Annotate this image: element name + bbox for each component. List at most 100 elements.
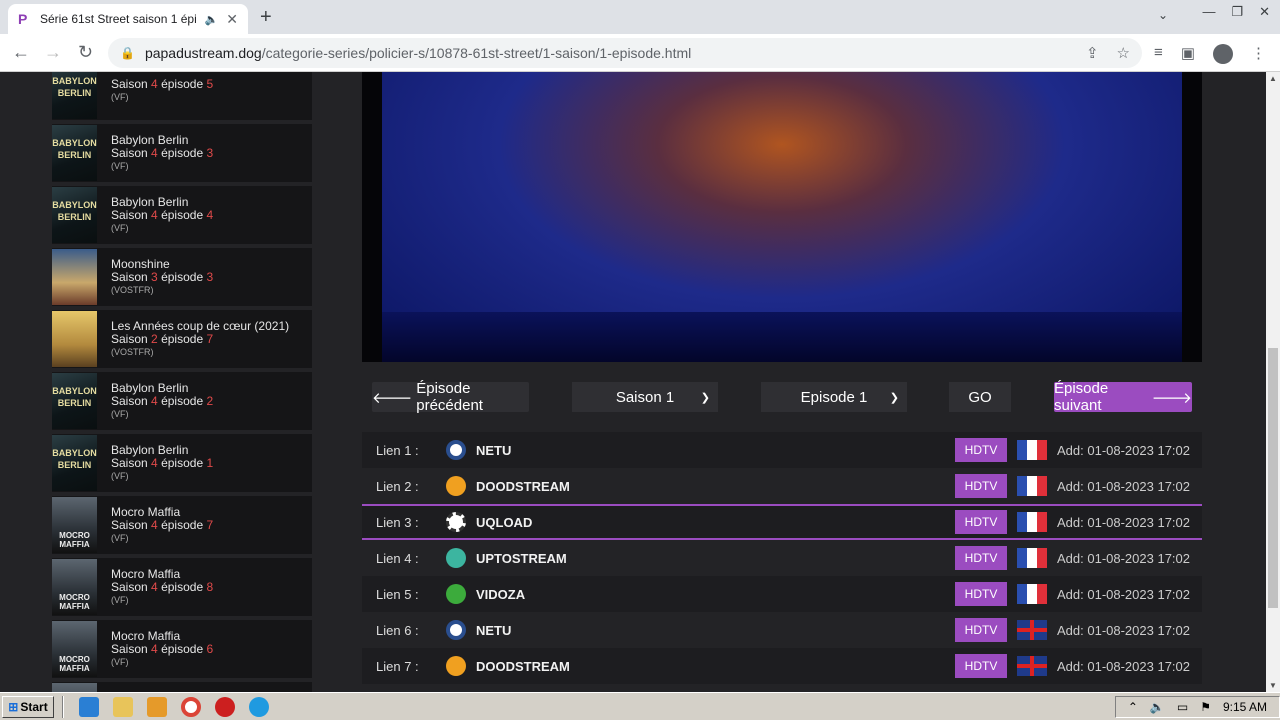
french-flag-icon [1017,440,1047,460]
series-poster[interactable] [52,249,97,305]
new-tab-button[interactable]: + [260,6,272,29]
series-poster[interactable]: MOCRO MAFFIA [52,621,97,677]
scroll-down-arrow-icon[interactable]: ▼ [1269,681,1277,690]
tray-expand-icon[interactable]: ⌃ [1128,700,1138,714]
episode-info: Mocro Maffia Saison 4 épisode 7 (VF) [111,505,213,545]
reload-icon[interactable]: ↻ [78,42,93,63]
series-poster[interactable] [52,683,97,692]
tab-search-chevron-icon[interactable]: ⌄ [1158,8,1168,22]
video-frame[interactable] [382,72,1182,362]
stream-link-row[interactable]: Lien 3 : UQLOAD HDTV Add: 01-08-2023 17:… [362,504,1202,540]
sidebar-episode-item[interactable]: MOCRO MAFFIA Mocro Maffia Saison 4 épiso… [52,496,312,554]
sidebar-episode-item[interactable]: MOCRO MAFFIA Mocro Maffia Saison 4 épiso… [52,558,312,616]
host-name[interactable]: UPTOSTREAM [476,551,567,566]
scroll-up-arrow-icon[interactable]: ▲ [1269,74,1277,83]
link-label: Lien 7 : [376,658,419,674]
sidebar-episode-item[interactable]: BABYLON BERLIN Babylon Berlin Saison 4 é… [52,186,312,244]
stream-link-row[interactable]: Lien 7 : DOODSTREAM HDTV Add: 01-08-2023… [362,648,1202,684]
host-logo-icon [446,584,466,604]
previous-episode-button[interactable]: 🡐 Épisode précédent [372,380,529,414]
volume-icon[interactable]: 🔈 [1150,700,1165,714]
profile-avatar[interactable] [1213,44,1233,64]
share-icon[interactable]: ⇪ [1086,44,1099,62]
sidebar-episode-item[interactable]: Mocro Maffia [52,682,312,692]
media-control-icon[interactable]: ≡ [1154,44,1163,64]
close-tab-icon[interactable]: ✕ [226,11,238,28]
side-panel-icon[interactable]: ▣ [1181,44,1195,64]
site-favicon-icon: P [18,11,28,27]
host-name[interactable]: DOODSTREAM [476,479,570,494]
season-number: 4 [151,641,158,656]
page-scrollbar[interactable]: ▲ ▼ [1266,72,1280,692]
series-poster[interactable]: BABYLON BERLIN [52,72,97,119]
edge-icon[interactable] [249,696,269,717]
episode-label: épisode [161,455,204,470]
back-arrow-icon[interactable]: ← [12,42,30,63]
host-name[interactable]: UQLOAD [476,515,532,530]
minimize-button[interactable]: — [1202,4,1215,20]
opera-icon[interactable] [215,696,235,717]
host-name[interactable]: DOODSTREAM [476,659,570,674]
host-name[interactable]: NETU [476,443,511,458]
lock-icon[interactable]: 🔒 [120,46,135,60]
series-poster[interactable]: BABYLON BERLIN [52,435,97,491]
go-button[interactable]: GO [949,382,1011,412]
flag-icon[interactable]: ⚑ [1200,700,1211,714]
stream-link-row[interactable]: Lien 2 : DOODSTREAM HDTV Add: 01-08-2023… [362,468,1202,504]
episode-select[interactable]: Episode 1 ❯ [761,382,907,412]
episode-info: Moonshine Saison 3 épisode 3 (VOSTFR) [111,257,213,297]
episode-navigation: 🡐 Épisode précédent Saison 1 ❯ Episode 1… [362,362,1202,432]
file-explorer-icon[interactable] [113,696,133,717]
sidebar-episode-item[interactable]: BABYLON BERLIN Babylon Berlin Saison 4 é… [52,124,312,182]
season-episode-line: Saison 3 épisode 3 [111,269,213,284]
series-poster[interactable]: BABYLON BERLIN [52,125,97,181]
close-window-button[interactable]: ✕ [1259,4,1270,20]
media-player-icon[interactable] [147,696,167,717]
chevron-down-icon: ❯ [700,391,710,404]
stream-link-row[interactable]: Lien 5 : VIDOZA HDTV Add: 01-08-2023 17:… [362,576,1202,612]
season-select-value: Saison 1 [615,388,675,406]
episode-label: épisode [161,331,204,346]
episode-label: épisode [161,517,204,532]
restore-button[interactable]: ❐ [1231,4,1243,20]
bookmark-star-icon[interactable]: ☆ [1117,44,1130,62]
sidebar-episode-item[interactable]: BABYLON BERLIN Saison 4 épisode 5 (VF) [52,72,312,120]
series-poster[interactable]: BABYLON BERLIN [52,187,97,243]
language-tag: (VF) [111,222,129,233]
sidebar-episode-item[interactable]: BABYLON BERLIN Babylon Berlin Saison 4 é… [52,372,312,430]
stream-link-row[interactable]: Lien 6 : NETU HDTV Add: 01-08-2023 17:02 [362,612,1202,648]
episode-number: 1 [206,455,214,470]
series-poster[interactable]: MOCRO MAFFIA [52,559,97,615]
browser-toolbar: ← → ↻ 🔒 papadustream.dog/categorie-serie… [0,34,1280,72]
host-name[interactable]: NETU [476,623,511,638]
sidebar-episode-item[interactable]: Les Années coup de cœur (2021) Saison 2 … [52,310,312,368]
season-number: 3 [151,269,158,284]
uk-flag-icon [1017,620,1047,640]
stream-link-row[interactable]: Lien 4 : UPTOSTREAM HDTV Add: 01-08-2023… [362,540,1202,576]
next-episode-button[interactable]: Épisode suivant 🡒 [1054,380,1192,414]
browser-tab[interactable]: P Série 61st Street saison 1 épiso 🔈 ✕ [8,4,248,34]
season-label: Saison [111,207,148,222]
internet-explorer-icon[interactable] [79,696,99,717]
video-player[interactable] [362,72,1202,362]
audio-playing-icon[interactable]: 🔈 [205,13,219,26]
host-name[interactable]: VIDOZA [476,587,525,602]
series-poster[interactable]: BABYLON BERLIN [52,373,97,429]
scrollbar-thumb[interactable] [1268,348,1278,608]
address-bar[interactable]: 🔒 papadustream.dog/categorie-series/poli… [108,38,1142,68]
forward-arrow-icon[interactable]: → [44,42,62,63]
network-icon[interactable]: ▭ [1177,700,1188,714]
start-button[interactable]: ⊞ Start [2,695,54,718]
sidebar-episode-item[interactable]: BABYLON BERLIN Babylon Berlin Saison 4 é… [52,434,312,492]
series-poster[interactable]: MOCRO MAFFIA [52,497,97,553]
season-label: Saison [111,77,148,91]
stream-link-row[interactable]: Lien 1 : NETU HDTV Add: 01-08-2023 17:02 [362,432,1202,468]
menu-kebab-icon[interactable]: ⋮ [1251,44,1266,64]
season-number: 4 [151,77,158,91]
season-select[interactable]: Saison 1 ❯ [572,382,718,412]
sidebar-episode-item[interactable]: MOCRO MAFFIA Mocro Maffia Saison 4 épiso… [52,620,312,678]
season-label: Saison [111,517,148,532]
sidebar-episode-item[interactable]: Moonshine Saison 3 épisode 3 (VOSTFR) [52,248,312,306]
series-poster[interactable] [52,311,97,367]
chrome-icon[interactable] [181,696,201,717]
